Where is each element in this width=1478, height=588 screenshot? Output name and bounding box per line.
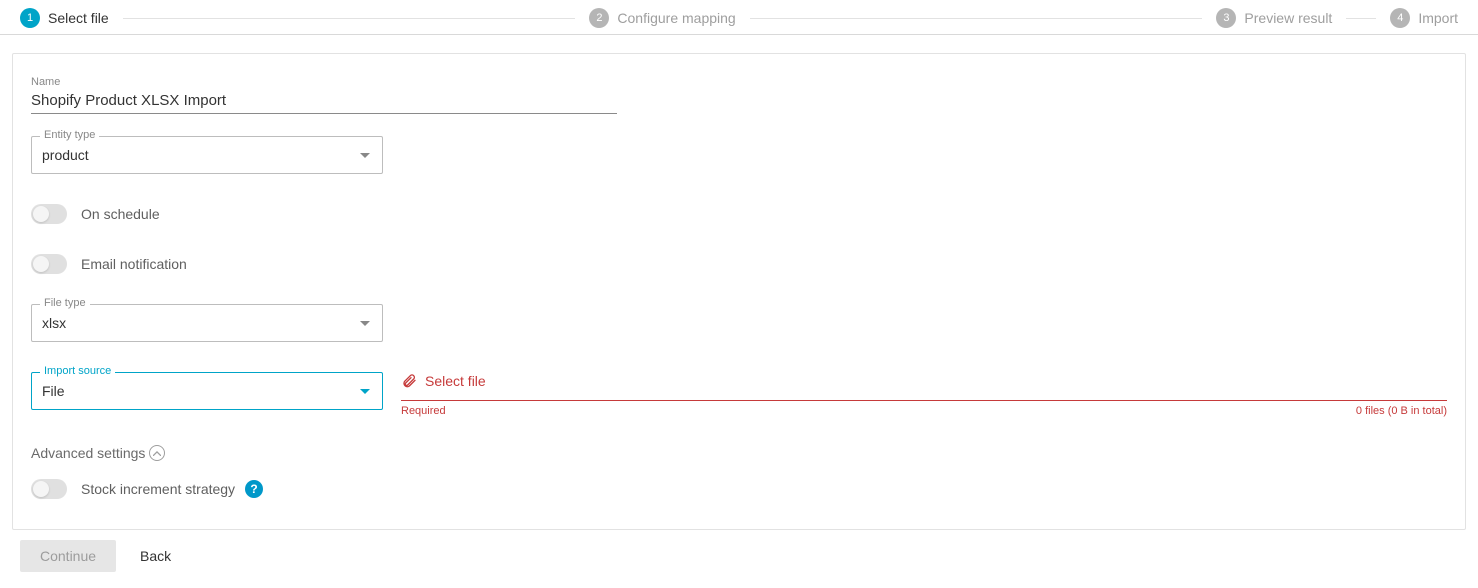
step-divider [123,18,576,19]
file-select-area: Select file Required 0 files (0 B in tot… [401,372,1447,417]
step-select-file[interactable]: 1 Select file [20,8,109,28]
file-type-value: xlsx [42,315,66,331]
file-required-text: Required [401,405,446,417]
on-schedule-toggle[interactable] [31,204,67,224]
step-divider [750,18,1203,19]
import-source-value: File [42,383,65,399]
back-button[interactable]: Back [134,547,177,565]
name-input[interactable] [31,88,617,114]
import-source-legend: Import source [40,365,115,377]
chevron-up-icon [149,445,165,461]
advanced-settings-toggle[interactable]: Advanced settings [31,445,1447,461]
entity-type-legend: Entity type [40,129,99,141]
step-label: Configure mapping [617,10,735,26]
step-label: Import [1418,10,1458,26]
step-preview-result[interactable]: 3 Preview result [1216,8,1332,28]
step-configure-mapping[interactable]: 2 Configure mapping [589,8,735,28]
help-icon[interactable]: ? [245,480,263,498]
stock-increment-label: Stock increment strategy [81,481,235,497]
continue-button[interactable]: Continue [20,540,116,572]
entity-type-value: product [42,147,89,163]
step-divider [1346,18,1376,19]
file-summary-text: 0 files (0 B in total) [1356,405,1447,417]
email-notification-toggle[interactable] [31,254,67,274]
step-label: Select file [48,10,109,26]
import-source-row: Import source File Select file Required … [31,372,1447,417]
on-schedule-label: On schedule [81,206,160,222]
file-type-legend: File type [40,297,90,309]
chevron-down-icon [360,314,370,332]
chevron-down-icon [360,382,370,400]
file-type-select[interactable]: File type xlsx [31,304,383,342]
step-import[interactable]: 4 Import [1390,8,1458,28]
step-number: 3 [1216,8,1236,28]
stock-increment-row: Stock increment strategy ? [31,479,1447,499]
email-notification-row: Email notification [31,254,1447,274]
footer-actions: Continue Back [0,540,1478,588]
advanced-settings-label: Advanced settings [31,445,145,461]
select-file-link[interactable]: Select file [401,372,1447,401]
step-number: 2 [589,8,609,28]
paperclip-icon [401,372,417,390]
entity-type-select[interactable]: Entity type product [31,136,383,174]
step-number: 4 [1390,8,1410,28]
step-label: Preview result [1244,10,1332,26]
select-file-text: Select file [425,373,486,389]
stepper: 1 Select file 2 Configure mapping 3 Prev… [0,0,1478,35]
on-schedule-row: On schedule [31,204,1447,224]
name-field-wrapper: Name [31,76,617,114]
step-number: 1 [20,8,40,28]
form-card: Name Entity type product On schedule Ema… [12,53,1466,530]
chevron-down-icon [360,146,370,164]
email-notification-label: Email notification [81,256,187,272]
name-label: Name [31,76,617,88]
stock-increment-toggle[interactable] [31,479,67,499]
import-source-select[interactable]: Import source File [31,372,383,410]
file-select-sub: Required 0 files (0 B in total) [401,405,1447,417]
